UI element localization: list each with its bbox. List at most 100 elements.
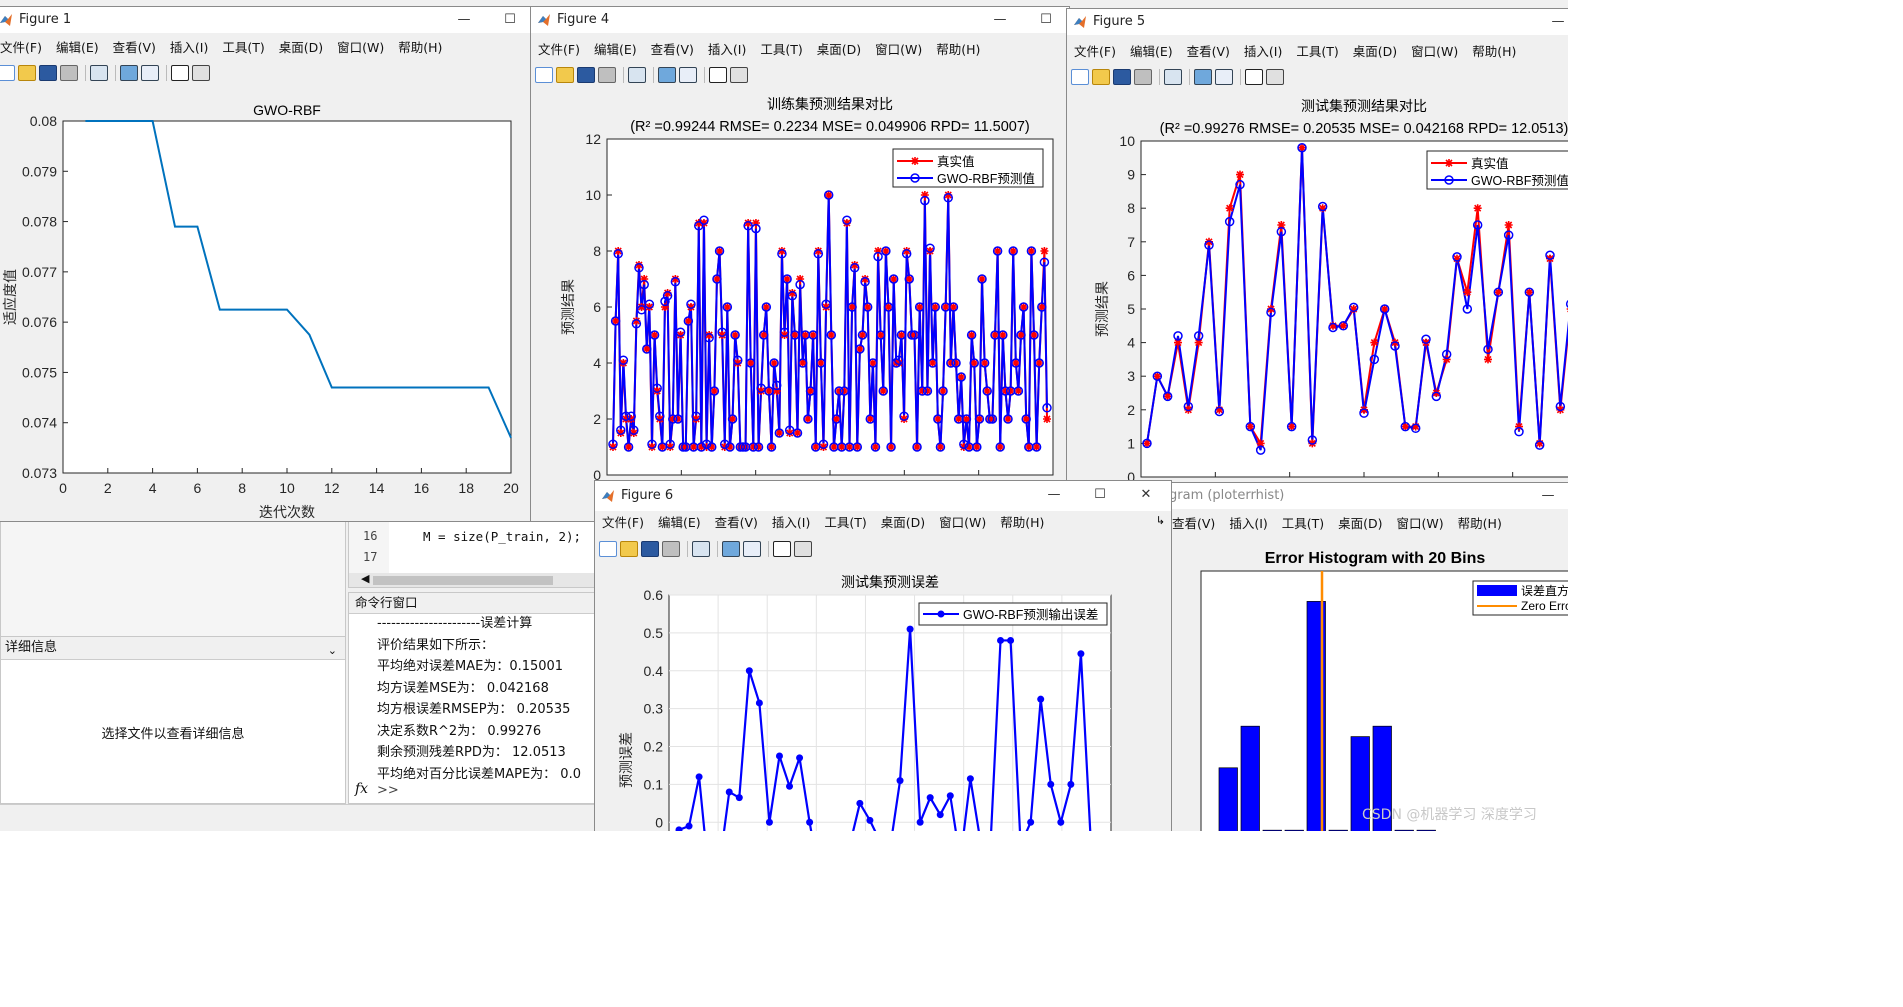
colorbar-icon[interactable] bbox=[120, 65, 138, 81]
legend-icon[interactable] bbox=[1215, 69, 1233, 85]
colorbar-icon[interactable] bbox=[1194, 69, 1212, 85]
menu-item[interactable]: 窗口(W) bbox=[1404, 41, 1465, 63]
menu-item[interactable]: 文件(F) bbox=[531, 39, 587, 61]
menu-item[interactable]: 插入(I) bbox=[163, 37, 215, 59]
colorbar-icon[interactable] bbox=[658, 67, 676, 83]
error-histogram-chart[interactable]: Error Histogram with 20 Bins 误差直方Zero Err… bbox=[1161, 541, 1568, 831]
print-icon[interactable] bbox=[662, 541, 680, 557]
dock-arrow-icon[interactable]: ↳ bbox=[1156, 514, 1165, 527]
menu-item[interactable]: 帮助(H) bbox=[993, 512, 1051, 534]
pointer-icon[interactable] bbox=[773, 541, 791, 557]
horizontal-scrollbar[interactable]: ◀ bbox=[349, 572, 597, 587]
menu-item[interactable]: 文件(F) bbox=[0, 37, 49, 59]
editor-panel[interactable]: 16 17 M = size(P_train, 2); ◀ bbox=[348, 520, 598, 588]
current-folder-panel[interactable] bbox=[0, 520, 346, 638]
menu-item[interactable]: 查看(V) bbox=[106, 37, 163, 59]
menu-item[interactable]: 帮助(H) bbox=[391, 37, 449, 59]
minimize-button[interactable]: — bbox=[441, 7, 487, 33]
menu-item[interactable]: 文件(F) bbox=[1067, 41, 1123, 63]
menu-item[interactable]: 编辑(E) bbox=[651, 512, 708, 534]
fitness-chart[interactable]: 0 2 4 6 8 10 12 14 16 18 20 0.073 0.074 0.075 0.076 0.0… bbox=[0, 87, 532, 522]
menu-item[interactable]: 帮助(H) bbox=[1451, 513, 1509, 535]
menu-item[interactable]: 窗口(W) bbox=[932, 512, 993, 534]
link-plot-icon[interactable] bbox=[692, 541, 710, 557]
error-histogram-window[interactable]: gram (ploterrhist) — 查看(V) 插入(I) 工具(T) 桌面(D… bbox=[1160, 482, 1568, 831]
property-editor-icon[interactable] bbox=[794, 541, 812, 557]
link-plot-icon[interactable] bbox=[628, 67, 646, 83]
scroll-left-icon[interactable]: ◀ bbox=[361, 572, 369, 585]
new-file-icon[interactable] bbox=[0, 65, 15, 81]
menu-item[interactable]: 帮助(H) bbox=[929, 39, 987, 61]
chevron-down-icon[interactable]: ⌄ bbox=[328, 640, 337, 662]
figure-5-window[interactable]: Figure 5 — 文件(F) 编辑(E) 查看(V) 插入(I) 工具(T) 桌面(D… bbox=[1066, 8, 1568, 522]
legend-icon[interactable] bbox=[679, 67, 697, 83]
print-icon[interactable] bbox=[60, 65, 78, 81]
menu-item[interactable]: 工具(T) bbox=[1275, 513, 1331, 535]
new-file-icon[interactable] bbox=[1071, 69, 1089, 85]
test-error-chart[interactable]: 0 0.1 0.2 0.3 0.4 0.5 0.6 测试集预测误差预测误差 GWO-RBF预测输… bbox=[595, 563, 1172, 831]
maximize-button[interactable]: ☐ bbox=[1077, 481, 1123, 511]
menu-item[interactable]: 桌面(D) bbox=[1346, 41, 1404, 63]
new-file-icon[interactable] bbox=[599, 541, 617, 557]
property-editor-icon[interactable] bbox=[1266, 69, 1284, 85]
menu-item[interactable]: 窗口(W) bbox=[330, 37, 391, 59]
legend-icon[interactable] bbox=[743, 541, 761, 557]
menu-item[interactable]: 插入(I) bbox=[701, 39, 753, 61]
title-bar[interactable]: Figure 5 — bbox=[1067, 9, 1568, 35]
figure-6-window[interactable]: Figure 6 — ☐ ✕ 文件(F) 编辑(E) 查看(V) 插入(I) 工具(T) 桌面… bbox=[594, 480, 1172, 831]
link-plot-icon[interactable] bbox=[1164, 69, 1182, 85]
open-folder-icon[interactable] bbox=[18, 65, 36, 81]
menu-item[interactable]: 编辑(E) bbox=[1123, 41, 1180, 63]
print-icon[interactable] bbox=[598, 67, 616, 83]
menu-item[interactable]: 工具(T) bbox=[753, 39, 809, 61]
menu-item[interactable]: 插入(I) bbox=[765, 512, 817, 534]
legend-icon[interactable] bbox=[141, 65, 159, 81]
minimize-button[interactable]: — bbox=[1535, 9, 1568, 35]
menu-item[interactable]: 工具(T) bbox=[215, 37, 271, 59]
save-icon[interactable] bbox=[641, 541, 659, 557]
menu-item[interactable]: 插入(I) bbox=[1237, 41, 1289, 63]
title-bar[interactable]: gram (ploterrhist) — bbox=[1161, 483, 1568, 509]
maximize-button[interactable]: ☐ bbox=[1023, 7, 1069, 33]
menu-item[interactable]: 工具(T) bbox=[817, 512, 873, 534]
test-comparison-chart[interactable]: 012345678910测试集预测结果对比(R² =0.99276 RMSE= … bbox=[1067, 91, 1568, 522]
link-plot-icon[interactable] bbox=[90, 65, 108, 81]
details-header[interactable]: 详细信息 ⌄ bbox=[1, 637, 345, 660]
figure-4-window[interactable]: Figure 4 — ☐ 文件(F) 编辑(E) 查看(V) 插入(I) 工具(T) 桌面(… bbox=[530, 6, 1070, 522]
menu-item[interactable]: 桌面(D) bbox=[874, 512, 932, 534]
menu-item[interactable]: 编辑(E) bbox=[49, 37, 106, 59]
colorbar-icon[interactable] bbox=[722, 541, 740, 557]
close-icon[interactable]: ✕ bbox=[1123, 481, 1169, 511]
property-editor-icon[interactable] bbox=[730, 67, 748, 83]
menu-item[interactable]: 工具(T) bbox=[1289, 41, 1345, 63]
pointer-icon[interactable] bbox=[709, 67, 727, 83]
pointer-icon[interactable] bbox=[1245, 69, 1263, 85]
menu-item[interactable]: 桌面(D) bbox=[1331, 513, 1389, 535]
menu-item[interactable]: 桌面(D) bbox=[272, 37, 330, 59]
command-prompt[interactable]: >> bbox=[377, 783, 399, 798]
maximize-button[interactable]: ☐ bbox=[487, 7, 531, 33]
menu-item[interactable]: 窗口(W) bbox=[1390, 513, 1451, 535]
pointer-icon[interactable] bbox=[171, 65, 189, 81]
title-bar[interactable]: Figure 1 — ☐ bbox=[0, 7, 531, 33]
minimize-button[interactable]: — bbox=[1525, 483, 1568, 509]
menu-item[interactable]: 插入(I) bbox=[1222, 513, 1274, 535]
menu-item[interactable]: 文件(F) bbox=[595, 512, 651, 534]
code-line[interactable]: M = size(P_train, 2); bbox=[423, 529, 581, 544]
open-folder-icon[interactable] bbox=[1092, 69, 1110, 85]
open-folder-icon[interactable] bbox=[556, 67, 574, 83]
menu-item[interactable]: 帮助(H) bbox=[1465, 41, 1523, 63]
title-bar[interactable]: Figure 6 — ☐ ✕ bbox=[595, 481, 1171, 511]
save-icon[interactable] bbox=[39, 65, 57, 81]
menu-item[interactable]: 查看(V) bbox=[644, 39, 701, 61]
figure-1-window[interactable]: Figure 1 — ☐ 文件(F) 编辑(E) 查看(V) 插入(I) 工具(T) 桌面(… bbox=[0, 6, 532, 522]
open-folder-icon[interactable] bbox=[620, 541, 638, 557]
new-file-icon[interactable] bbox=[535, 67, 553, 83]
train-comparison-chart[interactable]: 024681012训练集预测结果对比(R² =0.99244 RMSE= 0.2… bbox=[531, 89, 1070, 522]
menu-item[interactable]: 编辑(E) bbox=[587, 39, 644, 61]
menu-item[interactable]: 桌面(D) bbox=[810, 39, 868, 61]
menu-item[interactable]: 窗口(W) bbox=[868, 39, 929, 61]
scrollbar-thumb[interactable] bbox=[373, 576, 553, 585]
menu-item[interactable]: 查看(V) bbox=[708, 512, 765, 534]
menu-item[interactable]: 查看(V) bbox=[1165, 513, 1222, 535]
